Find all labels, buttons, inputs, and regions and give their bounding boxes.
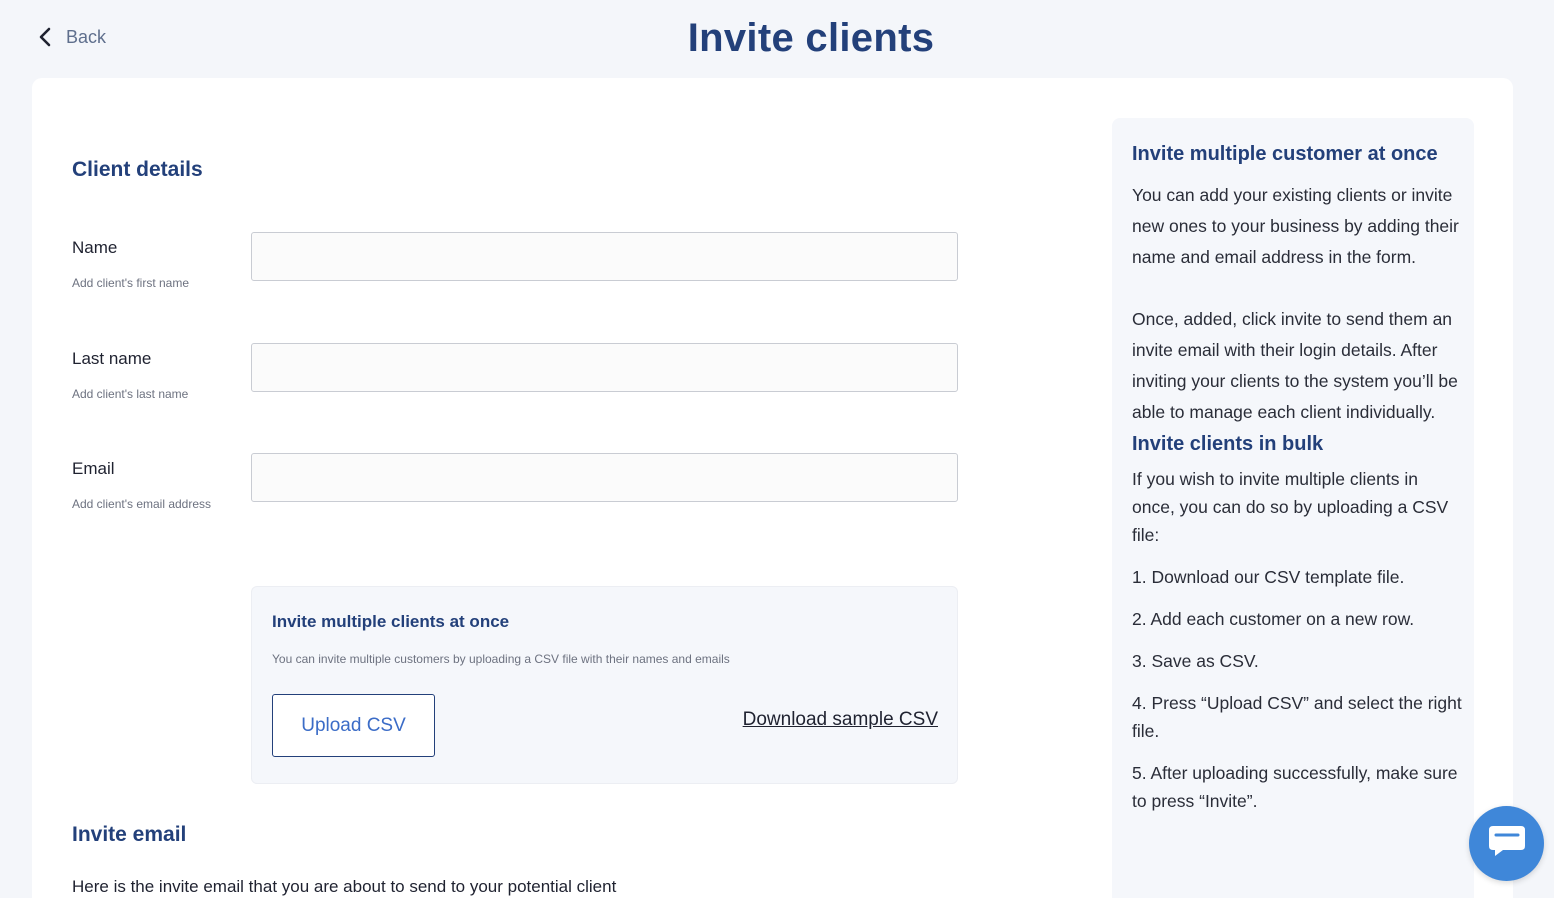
last-name-label: Last name xyxy=(72,349,152,368)
help-side-panel: Invite multiple customer at once You can… xyxy=(1112,118,1474,898)
name-hint: Add client's first name xyxy=(72,276,190,290)
last-name-hint: Add client's last name xyxy=(72,387,189,401)
side-step: 1. Download our CSV template file. xyxy=(1132,567,1405,587)
client-details-heading: Client details xyxy=(72,158,203,181)
invite-email-heading: Invite email xyxy=(72,823,187,846)
name-input[interactable] xyxy=(251,232,958,281)
download-sample-csv-link[interactable]: Download sample CSV xyxy=(743,709,938,731)
bulk-invite-description: You can invite multiple customers by upl… xyxy=(272,652,730,666)
last-name-input[interactable] xyxy=(251,343,958,392)
chat-bubble-icon xyxy=(1487,823,1527,864)
side-step: 3. Save as CSV. xyxy=(1132,651,1259,671)
email-input[interactable] xyxy=(251,453,958,502)
invite-email-description: Here is the invite email that you are ab… xyxy=(72,877,617,896)
side-paragraph-3: If you wish to invite multiple clients i… xyxy=(1132,469,1449,545)
side-heading-bulk: Invite clients in bulk xyxy=(1132,433,1324,455)
side-heading-invite-multiple: Invite multiple customer at once xyxy=(1132,143,1438,165)
side-step: 5. After uploading successfully, make su… xyxy=(1132,763,1458,811)
email-label: Email xyxy=(72,459,115,478)
bulk-invite-box: Invite multiple clients at once You can … xyxy=(251,586,958,784)
email-hint: Add client's email address xyxy=(72,497,212,511)
bulk-invite-title: Invite multiple clients at once xyxy=(272,612,510,631)
main-card: Client details Name Add client's first n… xyxy=(32,78,1513,898)
side-paragraph-1: You can add your existing clients or inv… xyxy=(1132,185,1459,267)
side-step: 4. Press “Upload CSV” and select the rig… xyxy=(1132,693,1462,741)
side-step: 2. Add each customer on a new row. xyxy=(1132,609,1415,629)
page-title: Invite clients xyxy=(687,16,935,60)
chat-button[interactable] xyxy=(1469,806,1544,881)
side-paragraph-2: Once, added, click invite to send them a… xyxy=(1132,309,1458,422)
upload-csv-button[interactable]: Upload CSV xyxy=(272,694,435,757)
name-label: Name xyxy=(72,238,118,257)
